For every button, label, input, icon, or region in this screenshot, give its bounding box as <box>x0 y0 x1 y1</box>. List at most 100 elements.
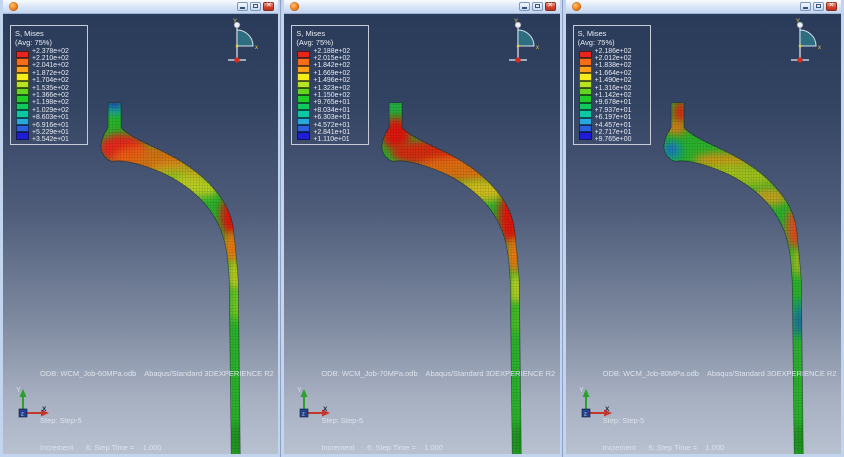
legend-color-swatch <box>297 125 311 133</box>
legend-color-swatch <box>16 125 29 133</box>
minimize-icon[interactable] <box>518 1 530 11</box>
state-line: Increment 6: Step Time = 1.000 <box>40 443 162 452</box>
legend-color-swatch <box>16 58 29 66</box>
restore-icon[interactable] <box>812 1 824 11</box>
legend-color-swatch <box>578 125 592 133</box>
odb-title-text: ODB: WCM_Job-70MPa.odb Abaqus/Standard 3… <box>321 369 556 378</box>
state-line: Step: Step-5 <box>602 416 645 425</box>
viewport-titlebar[interactable] <box>284 0 560 14</box>
axis-triad: Y Z X <box>16 387 49 418</box>
legend-color-swatch <box>16 65 29 74</box>
compass-x-label: x <box>536 45 539 51</box>
legend-color-swatch <box>578 80 592 88</box>
legend-color-swatch <box>297 73 311 81</box>
state-line: Step: Step-5 <box>321 416 364 425</box>
legend-color-swatch <box>16 88 29 96</box>
triad-z-label: Z <box>302 412 305 417</box>
triad-y-label: Y <box>579 387 584 394</box>
legend-title: S, Mises <box>15 29 44 38</box>
odb-title-text: ODB: WCM_Job-80MPa.odb Abaqus/Standard 3… <box>602 369 837 378</box>
legend-title: S, Mises <box>296 29 326 38</box>
legend-subtitle: (Avg: 75%) <box>577 38 615 47</box>
legend-value: +3.542e+01 <box>32 136 69 144</box>
compass-x-label: x <box>818 45 821 51</box>
legend-color-swatch <box>578 95 592 103</box>
legend-color-swatch <box>16 80 29 88</box>
legend-color-swatch <box>578 73 592 81</box>
legend-subtitle: (Avg: 75%) <box>296 38 334 47</box>
triad-x-label: X <box>323 406 328 413</box>
legend-color-swatch <box>16 102 29 111</box>
abaqus-viewport-icon <box>9 2 18 11</box>
compass-y-label: Y <box>514 19 518 25</box>
legend-color-swatch <box>297 51 311 59</box>
abaqus-viewport-icon <box>290 2 300 11</box>
triad-x-label: X <box>605 406 610 413</box>
state-line: Increment 6: Step Time = 1.000 <box>321 443 443 452</box>
legend-color-swatch <box>16 51 29 59</box>
legend-color-swatch <box>16 73 29 81</box>
close-icon[interactable] <box>263 1 275 11</box>
triad-y-label: Y <box>16 387 21 394</box>
legend-color-swatch <box>578 51 592 59</box>
triad-z-label: Z <box>21 412 24 417</box>
legend-color-swatch <box>16 117 29 125</box>
legend-color-swatch <box>578 102 592 111</box>
viewport-canvas[interactable]: S, Mises (Avg: 75%) +2.378e+02 +2.210e+02… <box>3 14 279 454</box>
minimize-icon[interactable] <box>237 1 249 11</box>
close-icon[interactable] <box>544 1 556 11</box>
compass-fan[interactable] <box>236 29 254 47</box>
legend-scale: +2.186e+02 +2.012e+02 +1.838e+02 +1.664e+02… <box>578 48 650 147</box>
state-line: Step: Step-5 <box>40 416 82 425</box>
viewport-window-2: S, Mises (Avg: 75%) +2.188e+02+2.015e+02… <box>281 0 563 457</box>
legend-color-swatch <box>16 110 29 118</box>
legend-color-swatch <box>578 132 592 140</box>
compass-base-handle[interactable] <box>797 57 803 63</box>
viewport-titlebar[interactable] <box>565 0 841 14</box>
contour-legend: S, Mises (Avg: 75%) +2.188e+02 +2.015e+02… <box>291 25 370 147</box>
axis-triad: Y Z X <box>297 387 331 418</box>
legend-color-swatch <box>297 88 311 96</box>
window-controls <box>518 1 556 11</box>
legend-color-swatch <box>297 102 311 111</box>
close-icon[interactable] <box>825 1 837 11</box>
compass-y-label: Y <box>233 19 237 25</box>
abaqus-viewport-icon <box>571 2 581 11</box>
contour-legend: S, Mises (Avg: 75%) +2.378e+02 +2.210e+02… <box>10 25 88 145</box>
minimize-icon[interactable] <box>799 1 811 11</box>
legend-color-swatch <box>297 58 311 66</box>
legend-color-swatch <box>16 132 29 140</box>
state-block: Step: Step-5 Increment 6: Step Time = 1.… <box>321 398 512 454</box>
compass-x-label: x <box>255 45 258 51</box>
restore-icon[interactable] <box>531 1 543 11</box>
window-controls <box>799 1 837 11</box>
viewport-canvas[interactable]: S, Mises (Avg: 75%) +2.186e+02 +2.012e+02… <box>565 14 841 454</box>
compass-fan[interactable] <box>517 29 535 47</box>
view-orientation-compass[interactable]: Yx <box>780 16 828 68</box>
view-orientation-compass[interactable]: Yx <box>217 16 265 68</box>
legend-subtitle: (Avg: 75%) <box>15 38 52 47</box>
legend-scale: +2.188e+02 +2.015e+02 +1.842e+02 +1.669e+02… <box>296 48 368 147</box>
compass-base-handle[interactable] <box>515 57 521 63</box>
viewport-titlebar[interactable] <box>3 0 279 14</box>
legend-color-swatch <box>297 95 311 103</box>
state-block: Step: Step-5 Increment 6: Step Time = 1.… <box>40 398 231 454</box>
restore-icon[interactable] <box>250 1 262 11</box>
legend-color-swatch <box>297 117 311 125</box>
legend-color-swatch <box>297 110 311 118</box>
triad-x-label: X <box>42 406 47 413</box>
compass-fan[interactable] <box>799 29 817 47</box>
view-orientation-compass[interactable]: Yx <box>498 16 546 68</box>
legend-color-swatch <box>297 65 311 74</box>
viewport-canvas[interactable]: S, Mises (Avg: 75%) +2.188e+02 +2.015e+02… <box>284 14 560 454</box>
legend-color-swatch <box>578 88 592 96</box>
legend-color-swatch <box>297 80 311 88</box>
compass-base-handle[interactable] <box>234 57 240 63</box>
legend-color-swatch <box>16 95 29 103</box>
legend-color-swatch <box>297 132 311 140</box>
compass-y-label: Y <box>796 19 800 25</box>
state-line: Increment 6: Step Time = 1.000 <box>602 443 725 452</box>
legend-scale: +2.378e+02 +2.210e+02 +2.041e+02 +1.872e+02… <box>15 48 87 147</box>
window-controls <box>237 1 275 11</box>
axis-triad: Y Z X <box>579 387 612 418</box>
